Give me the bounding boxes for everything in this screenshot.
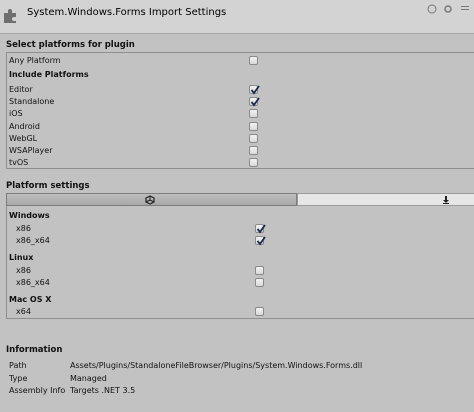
mac-os-x-x64-checkbox[interactable] bbox=[255, 307, 264, 316]
windows-x86-x64-label: x86_x64 bbox=[16, 236, 50, 245]
download-icon bbox=[443, 196, 449, 204]
info-type-value: Managed bbox=[70, 374, 107, 383]
linux-x86-checkbox[interactable] bbox=[255, 266, 264, 275]
info-assembly-value: Targets .NET 3.5 bbox=[70, 386, 136, 395]
platform-label-editor: Editor bbox=[9, 85, 33, 94]
include-platforms-title: Include Platforms bbox=[9, 70, 89, 79]
info-assembly-key: Assembly Info bbox=[9, 386, 66, 395]
platform-settings-title: Platform settings bbox=[6, 181, 90, 191]
windows-x86-label: x86 bbox=[16, 224, 31, 233]
platform-checkbox-tvos[interactable] bbox=[249, 158, 258, 167]
group-title-windows: Windows bbox=[9, 211, 50, 220]
platform-checkbox-standalone[interactable] bbox=[249, 97, 260, 107]
platform-tabs bbox=[6, 193, 474, 206]
platform-label-standalone: Standalone bbox=[9, 97, 55, 106]
info-type-key: Type bbox=[9, 374, 28, 383]
any-platform-label: Any Platform bbox=[9, 56, 61, 65]
inspector-title: System.Windows.Forms Import Settings bbox=[27, 7, 227, 18]
windows-x86-x64-checkbox[interactable] bbox=[255, 236, 266, 246]
platform-checkbox-editor[interactable] bbox=[249, 85, 260, 95]
linux-x86-x64-checkbox[interactable] bbox=[255, 278, 264, 287]
any-platform-checkbox[interactable] bbox=[249, 56, 258, 65]
platform-checkbox-webgl[interactable] bbox=[249, 134, 258, 143]
tab-download[interactable] bbox=[297, 193, 474, 206]
platform-settings-panel bbox=[6, 193, 474, 319]
unity-logo-icon bbox=[145, 195, 155, 205]
puzzle-icon bbox=[4, 9, 16, 23]
windows-x86-checkbox[interactable] bbox=[255, 224, 266, 234]
platform-checkbox-android[interactable] bbox=[249, 122, 258, 131]
inspector-header: System.Windows.Forms Import Settings bbox=[0, 0, 474, 34]
menu-icon[interactable] bbox=[460, 4, 470, 14]
platform-label-webgl: WebGL bbox=[9, 134, 38, 143]
group-title-linux: Linux bbox=[9, 253, 34, 262]
platform-label-ios: iOS bbox=[9, 109, 23, 118]
settings-icon[interactable] bbox=[443, 4, 453, 14]
linux-x86-label: x86 bbox=[16, 266, 31, 275]
platform-label-tvos: tvOS bbox=[9, 158, 29, 167]
help-icon[interactable] bbox=[427, 4, 437, 14]
information-title: Information bbox=[6, 345, 63, 355]
linux-x86-x64-label: x86_x64 bbox=[16, 278, 50, 287]
mac-os-x-x64-label: x64 bbox=[16, 307, 31, 316]
platform-checkbox-ios[interactable] bbox=[249, 109, 258, 118]
info-path-value: Assets/Plugins/StandaloneFileBrowser/Plu… bbox=[70, 361, 363, 370]
info-path-key: Path bbox=[9, 361, 27, 370]
group-title-mac-os-x: Mac OS X bbox=[9, 295, 52, 304]
platform-checkbox-wsaplayer[interactable] bbox=[249, 146, 258, 155]
select-platforms-title: Select platforms for plugin bbox=[6, 40, 135, 50]
platform-label-android: Android bbox=[9, 122, 40, 131]
platform-label-wsaplayer: WSAPlayer bbox=[9, 146, 53, 155]
tab-standalone[interactable] bbox=[6, 193, 297, 206]
